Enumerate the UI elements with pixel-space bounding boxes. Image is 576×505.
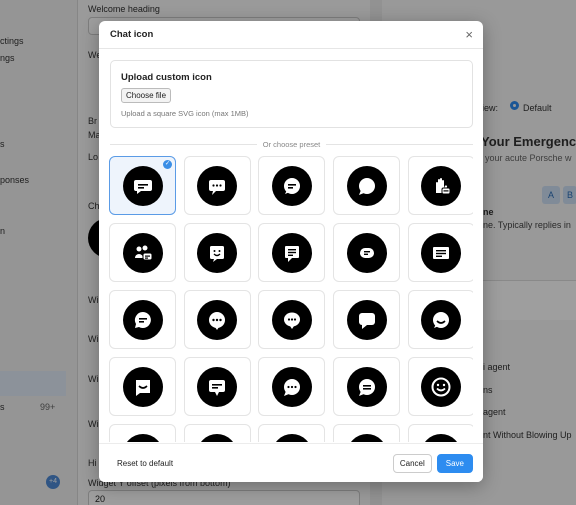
chat-partial-3-icon <box>271 433 312 442</box>
chat-bubble-lines-2-icon <box>197 366 238 407</box>
chat-window-lines-icon <box>421 232 462 273</box>
hand-chat-icon <box>421 165 462 206</box>
smiley-face-icon <box>421 366 462 407</box>
dialog-title: Chat icon <box>110 29 154 40</box>
preset-tile[interactable]: ✓ <box>109 156 176 215</box>
preset-tile[interactable] <box>258 290 326 349</box>
chat-square-lines-icon <box>271 232 312 273</box>
preset-tile[interactable] <box>333 156 401 215</box>
preset-tile[interactable] <box>109 357 176 416</box>
choose-file-button[interactable]: Choose file <box>121 88 172 103</box>
chat-partial-4-icon <box>346 433 387 442</box>
preset-tile[interactable] <box>183 156 251 215</box>
divider-text: Or choose preset <box>262 139 321 149</box>
chat-round-lines-2-icon <box>346 366 387 407</box>
chat-partial-1-icon <box>122 433 163 442</box>
chat-bubble-lines-icon <box>122 165 163 206</box>
preset-tile[interactable] <box>333 424 401 442</box>
preset-tile[interactable] <box>183 424 251 442</box>
preset-tile[interactable] <box>183 290 251 349</box>
dialog-footer: Reset to default Cancel Save <box>99 443 483 482</box>
selected-check-icon: ✓ <box>163 160 172 169</box>
preset-grid-scroll[interactable]: ✓ <box>109 156 473 442</box>
chat-round-dots-2-icon <box>271 366 312 407</box>
reset-to-default-button[interactable]: Reset to default <box>117 459 173 468</box>
preset-tile[interactable] <box>183 357 251 416</box>
preset-tile[interactable] <box>407 223 473 282</box>
preset-tile[interactable] <box>407 424 473 442</box>
people-chat-icon <box>122 232 163 273</box>
chat-partial-5-icon <box>421 433 462 442</box>
preset-tile[interactable] <box>407 357 473 416</box>
preset-tile[interactable] <box>109 290 176 349</box>
preset-tile[interactable] <box>333 290 401 349</box>
chat-icon-dialog: Chat icon × Upload custom icon Choose fi… <box>99 21 483 482</box>
preset-tile[interactable] <box>258 424 326 442</box>
chat-smile-square-icon <box>122 366 163 407</box>
chat-pill-icon <box>346 232 387 273</box>
preset-tile[interactable] <box>258 223 326 282</box>
chat-round-lines-icon <box>271 165 312 206</box>
preset-tile[interactable] <box>109 424 176 442</box>
preset-divider: Or choose preset <box>110 139 473 149</box>
chat-bubble-left-lines-icon <box>122 299 163 340</box>
preset-tile[interactable] <box>333 223 401 282</box>
preset-tile[interactable] <box>258 357 326 416</box>
save-button[interactable]: Save <box>436 453 473 473</box>
close-icon[interactable]: × <box>465 28 473 41</box>
smile-screen-icon <box>197 232 238 273</box>
chat-round-plain-icon <box>346 165 387 206</box>
chat-smile-bubble-icon <box>421 299 462 340</box>
upload-title: Upload custom icon <box>121 72 212 83</box>
chat-partial-2-icon <box>197 433 238 442</box>
upload-section: Upload custom icon Choose file Upload a … <box>110 60 473 128</box>
dialog-header: Chat icon × <box>99 21 483 49</box>
chat-oval-dots-icon <box>271 299 312 340</box>
preset-tile[interactable] <box>109 223 176 282</box>
preset-tile[interactable] <box>407 290 473 349</box>
footer-buttons: Cancel Save <box>392 453 473 473</box>
upload-hint: Upload a square SVG icon (max 1MB) <box>121 109 249 118</box>
chat-bubble-dots-icon <box>197 165 238 206</box>
preset-tile[interactable] <box>407 156 473 215</box>
chat-square-plain-icon <box>346 299 387 340</box>
preset-tile[interactable] <box>333 357 401 416</box>
preset-tile[interactable] <box>183 223 251 282</box>
chat-round-dots-icon <box>197 299 238 340</box>
preset-grid: ✓ <box>109 156 473 442</box>
cancel-button[interactable]: Cancel <box>392 453 432 473</box>
preset-tile[interactable] <box>258 156 326 215</box>
